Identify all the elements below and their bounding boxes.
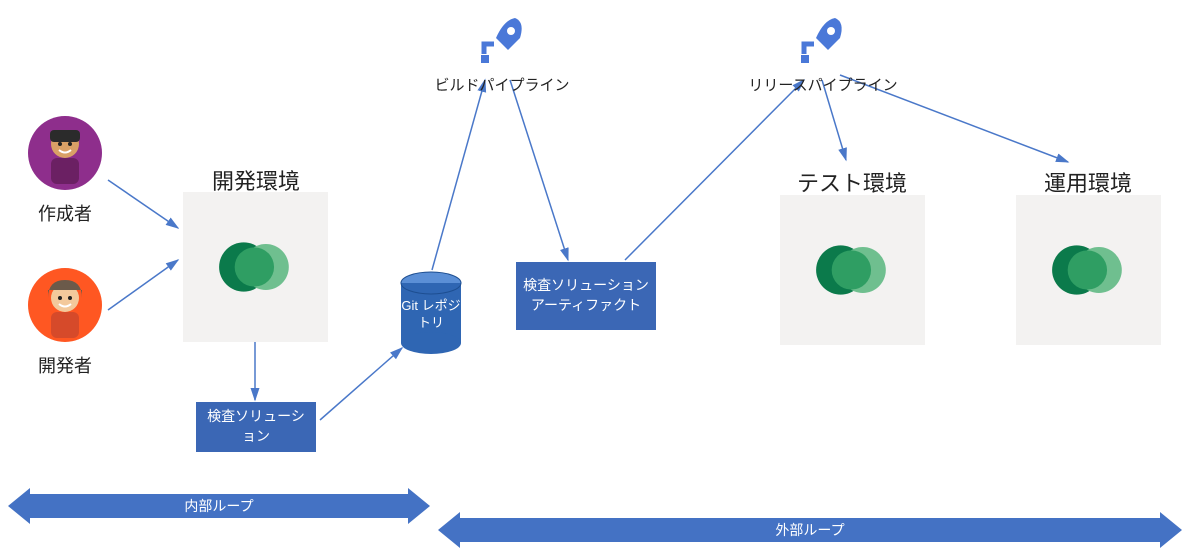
prod-env-title: 運用環境 — [1018, 166, 1158, 198]
dataverse-icon — [215, 226, 297, 308]
maker-avatar — [28, 116, 102, 190]
inner-loop-bar: 内部ループ — [30, 494, 408, 518]
check-artifact-box: 検査ソリューションアーティファクト — [516, 262, 656, 330]
developer-label: 開発者 — [20, 352, 110, 378]
dev-env-box — [183, 192, 328, 342]
maker-label: 作成者 — [20, 200, 110, 226]
release-pipeline-icon — [790, 10, 850, 75]
developer-avatar — [28, 268, 102, 342]
release-pipeline-label: リリースパイプライン — [748, 74, 898, 95]
dataverse-icon — [1048, 229, 1130, 311]
build-pipeline-label: ビルドパイプライン — [432, 74, 572, 95]
dataverse-icon — [812, 229, 894, 311]
inner-loop-label: 内部ループ — [184, 496, 253, 516]
test-env-title: テスト環境 — [782, 166, 922, 198]
outer-loop-label: 外部ループ — [775, 520, 844, 540]
test-env-box — [780, 195, 925, 345]
check-solution-box: 検査ソリューション — [196, 402, 316, 452]
build-pipeline-icon — [470, 10, 530, 75]
prod-env-box — [1016, 195, 1161, 345]
check-solution-label: 検査ソリューション — [202, 407, 310, 446]
outer-loop-bar: 外部ループ — [460, 518, 1160, 542]
check-artifact-label: 検査ソリューションアーティファクト — [522, 276, 650, 315]
git-repo-label: Git レポジトリ — [400, 298, 462, 332]
